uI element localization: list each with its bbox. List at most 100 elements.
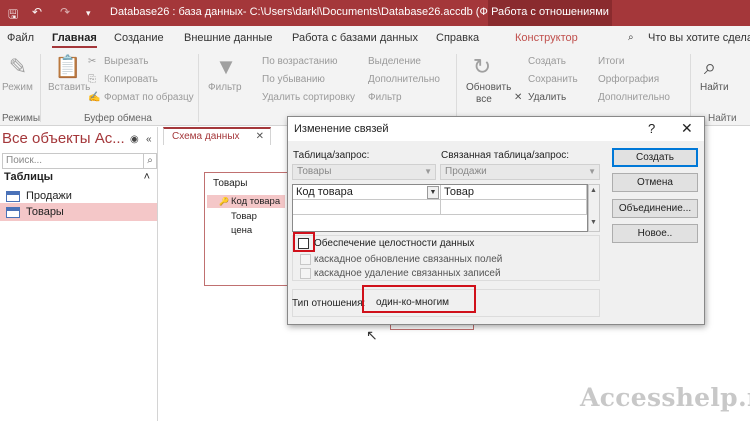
format-painter-icon: ✍ <box>88 92 101 103</box>
undo-icon[interactable]: ↶ <box>32 5 42 19</box>
doc-tab-label: Схема данных <box>172 131 240 142</box>
scroll-down-icon[interactable]: ▼ <box>590 219 597 226</box>
cascade-delete-label: каскадное удаление связанных записей <box>314 268 501 279</box>
spelling-button[interactable]: Орфография <box>598 74 659 85</box>
cancel-button[interactable]: Отмена <box>612 173 698 192</box>
delete-icon: ✕ <box>514 92 523 103</box>
grid-scrollbar[interactable]: ▲ ▼ <box>588 184 600 232</box>
table-query-label: Таблица/запрос: <box>293 150 370 161</box>
tab-external-data[interactable]: Внешние данные <box>184 32 272 44</box>
table-box-title: Товары <box>213 178 248 189</box>
quick-access-dropdown-icon[interactable]: ▾ <box>86 8 91 19</box>
table-query-value: Товары <box>297 166 332 177</box>
refresh-icon[interactable]: ↻ <box>468 54 496 80</box>
toggle-filter-button[interactable]: Фильтр <box>368 92 402 103</box>
relationship-type-highlight <box>362 285 476 313</box>
advanced-button[interactable]: Дополнительно <box>368 74 440 85</box>
field-item[interactable]: Код товара <box>231 196 280 207</box>
related-table-combo[interactable]: Продажи ▼ <box>440 164 600 180</box>
find-button[interactable]: Найти <box>700 82 729 93</box>
edit-relationships-dialog: Изменение связей ? ✕ Таблица/запрос: Свя… <box>287 116 705 325</box>
refresh-button-line2[interactable]: все <box>476 94 492 105</box>
grid-related-field: Товар <box>444 186 474 198</box>
dialog-title: Изменение связей <box>294 123 389 135</box>
window-title: Database26 : база данных- C:\Users\darkl… <box>110 6 517 18</box>
help-button[interactable]: ? <box>648 121 655 136</box>
scroll-up-icon[interactable]: ▲ <box>590 187 597 194</box>
cascade-delete-checkbox[interactable] <box>300 268 311 279</box>
nav-section-tables[interactable]: Таблицы ˄ <box>2 171 156 187</box>
tab-design[interactable]: Конструктор <box>515 32 578 44</box>
integrity-label: Обеспечение целостности данных <box>314 238 475 249</box>
cut-icon: ✂ <box>88 56 97 67</box>
tell-me-box[interactable]: Что вы хотите сделать <box>648 32 750 44</box>
tab-relationships[interactable]: Схема данных ✕ <box>163 127 271 145</box>
paste-icon[interactable]: 📋 <box>54 54 82 80</box>
grid-cell-primary[interactable]: Код товара <box>293 185 441 200</box>
relationship-type-label: Тип отношения: <box>292 298 366 309</box>
table-query-combo[interactable]: Товары ▼ <box>292 164 436 180</box>
views-group-label: Режимы <box>2 113 41 124</box>
grid-cell-related[interactable]: Товар <box>441 185 587 200</box>
tab-home[interactable]: Главная <box>52 32 97 48</box>
search-icon[interactable]: ⌕ <box>144 153 157 169</box>
more-button[interactable]: Дополнительно <box>598 92 670 103</box>
field-item[interactable]: Товар <box>231 211 257 222</box>
cascade-update-label: каскадное обновление связанных полей <box>314 254 503 265</box>
nav-item-products[interactable]: Товары <box>0 203 157 221</box>
cut-button[interactable]: Вырезать <box>104 56 148 67</box>
related-table-label: Связанная таблица/запрос: <box>441 150 570 161</box>
tab-create[interactable]: Создание <box>114 32 164 44</box>
delete-button[interactable]: Удалить <box>528 92 566 103</box>
nav-item-label: Продажи <box>26 190 72 202</box>
table-icon <box>6 207 20 218</box>
grid-cell-empty[interactable] <box>293 200 441 215</box>
tab-database-tools[interactable]: Работа с базами данных <box>292 32 418 44</box>
context-tab-label: Работа с отношениями <box>488 0 612 26</box>
grid-cell-empty[interactable] <box>441 200 587 215</box>
watermark-logo: Accesshelp.ru <box>580 383 750 412</box>
format-painter-button[interactable]: Формат по образцу <box>104 92 194 103</box>
join-type-button[interactable]: Объединение... <box>612 199 698 218</box>
find-group-label: Найти <box>708 113 737 124</box>
remove-sort-button[interactable]: Удалить сортировку <box>262 92 355 103</box>
ribbon: ✎ Режим Режимы 📋 Вставить ✂ Вырезать ⎘ К… <box>0 50 750 126</box>
totals-button[interactable]: Итоги <box>598 56 624 67</box>
sort-asc-button[interactable]: По возрастанию <box>262 56 338 67</box>
nav-pane-header[interactable]: Все объекты Ас... <box>2 130 125 147</box>
selection-button[interactable]: Выделение <box>368 56 421 67</box>
sort-desc-button[interactable]: По убыванию <box>262 74 325 85</box>
nav-search-input[interactable]: Поиск... <box>2 153 144 169</box>
field-item[interactable]: цена <box>231 225 252 236</box>
redo-icon[interactable]: ↷ <box>60 5 70 19</box>
title-bar: 🖫 ↶ ↷ ▾ Database26 : база данных- C:\Use… <box>0 0 750 26</box>
filter-button[interactable]: Фильтр <box>208 82 242 93</box>
close-tab-icon[interactable]: ✕ <box>256 129 264 144</box>
view-button[interactable]: Режим <box>2 82 33 93</box>
table-box-products[interactable]: Товары 🔑 Код товара Товар цена <box>204 172 288 286</box>
refresh-button[interactable]: Обновить <box>466 82 511 93</box>
close-button[interactable]: ✕ <box>681 120 693 137</box>
key-icon: 🔑 <box>219 197 229 206</box>
save-icon[interactable]: 🖫 <box>8 5 18 26</box>
tab-file[interactable]: Файл <box>7 32 34 44</box>
cascade-update-checkbox[interactable] <box>300 254 311 265</box>
save-record-button[interactable]: Сохранить <box>528 74 578 85</box>
tab-help[interactable]: Справка <box>436 32 479 44</box>
create-new-button[interactable]: Новое.. <box>612 224 698 243</box>
find-icon[interactable]: ⌕ <box>696 54 724 80</box>
paste-button[interactable]: Вставить <box>48 82 90 93</box>
create-button[interactable]: Создать <box>612 148 698 167</box>
view-icon[interactable]: ✎ <box>4 54 32 80</box>
chevron-down-icon[interactable]: ▼ <box>427 186 439 199</box>
checkbox-highlight <box>293 232 315 252</box>
nav-section-label: Таблицы <box>4 171 53 183</box>
nav-dropdown-icon[interactable]: ◉ <box>130 134 139 145</box>
new-record-button[interactable]: Создать <box>528 56 566 67</box>
related-table-value: Продажи <box>445 166 487 177</box>
collapse-nav-icon[interactable]: « <box>146 134 152 145</box>
copy-button[interactable]: Копировать <box>104 74 158 85</box>
chevron-up-icon: ˄ <box>143 171 150 183</box>
tell-me-icon: ⌕ <box>628 32 634 43</box>
filter-icon[interactable]: ▼ <box>212 54 240 80</box>
